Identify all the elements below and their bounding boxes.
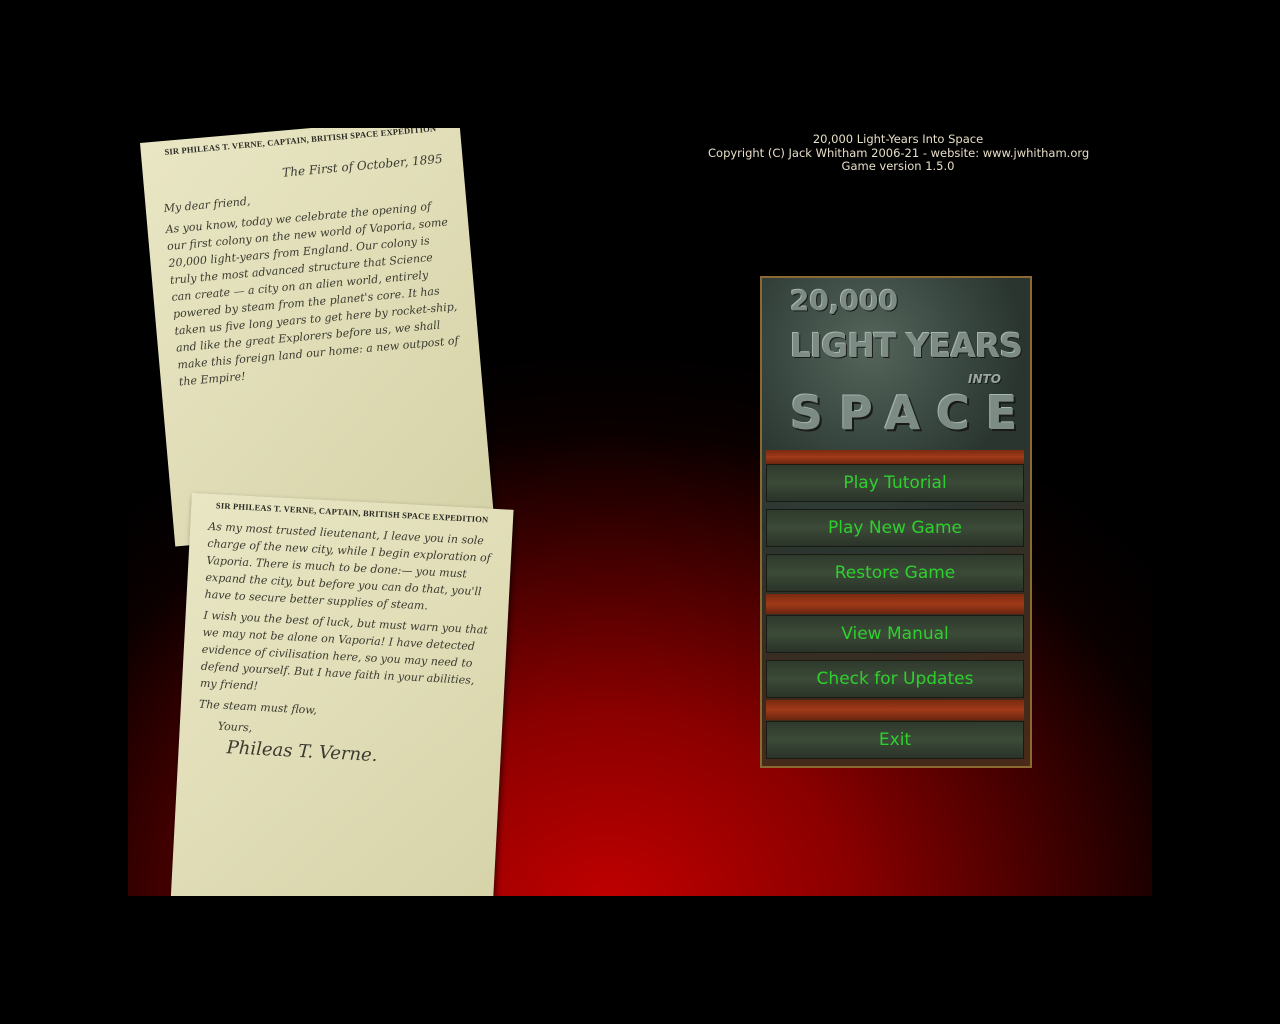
rust-divider — [766, 594, 1024, 614]
letter-page-2: SIR PHILEAS T. VERNE, CAPTAIN, BRITISH S… — [170, 493, 514, 896]
game-screen: 20,000 Light-Years Into Space Copyright … — [128, 128, 1152, 896]
main-menu-panel: 20,000 LIGHT YEARS INTO SPACE Play Tutor… — [760, 276, 1032, 768]
logo-line-2: LIGHT YEARS — [790, 326, 1023, 365]
copyright-text: Copyright (C) Jack Whitham 2006-21 - web… — [708, 145, 1090, 160]
letter-paragraph: As you know, today we celebrate the open… — [165, 199, 460, 389]
logo-line-4: SPACE — [790, 386, 1034, 440]
logo-line-3: INTO — [968, 372, 1001, 386]
version-text: Game version 1.5.0 — [841, 159, 955, 173]
letter-body: As my most trusted lieutenant, I leave y… — [178, 509, 512, 771]
play-tutorial-button[interactable]: Play Tutorial — [766, 464, 1024, 502]
letter-paragraph: I wish you the best of luck, but must wa… — [199, 608, 489, 693]
letter-page-1: SIR PHILEAS T. VERNE, CAPTAIN, BRITISH S… — [140, 128, 495, 547]
credits-block: 20,000 Light-Years Into Space Copyright … — [708, 132, 1090, 174]
check-for-updates-button[interactable]: Check for Updates — [766, 660, 1024, 698]
exit-button[interactable]: Exit — [766, 721, 1024, 759]
view-manual-button[interactable]: View Manual — [766, 615, 1024, 653]
restore-game-button[interactable]: Restore Game — [766, 554, 1024, 592]
letter-paragraph: As my most trusted lieutenant, I leave y… — [204, 519, 492, 613]
game-logo: 20,000 LIGHT YEARS INTO SPACE — [762, 278, 1030, 450]
letter-body: My dear friend, As you know, today we ce… — [145, 174, 480, 392]
logo-line-1: 20,000 — [790, 284, 899, 317]
rust-divider — [766, 700, 1024, 720]
play-new-game-button[interactable]: Play New Game — [766, 509, 1024, 547]
game-title-text: 20,000 Light-Years Into Space — [812, 132, 984, 146]
rust-divider — [766, 450, 1024, 464]
